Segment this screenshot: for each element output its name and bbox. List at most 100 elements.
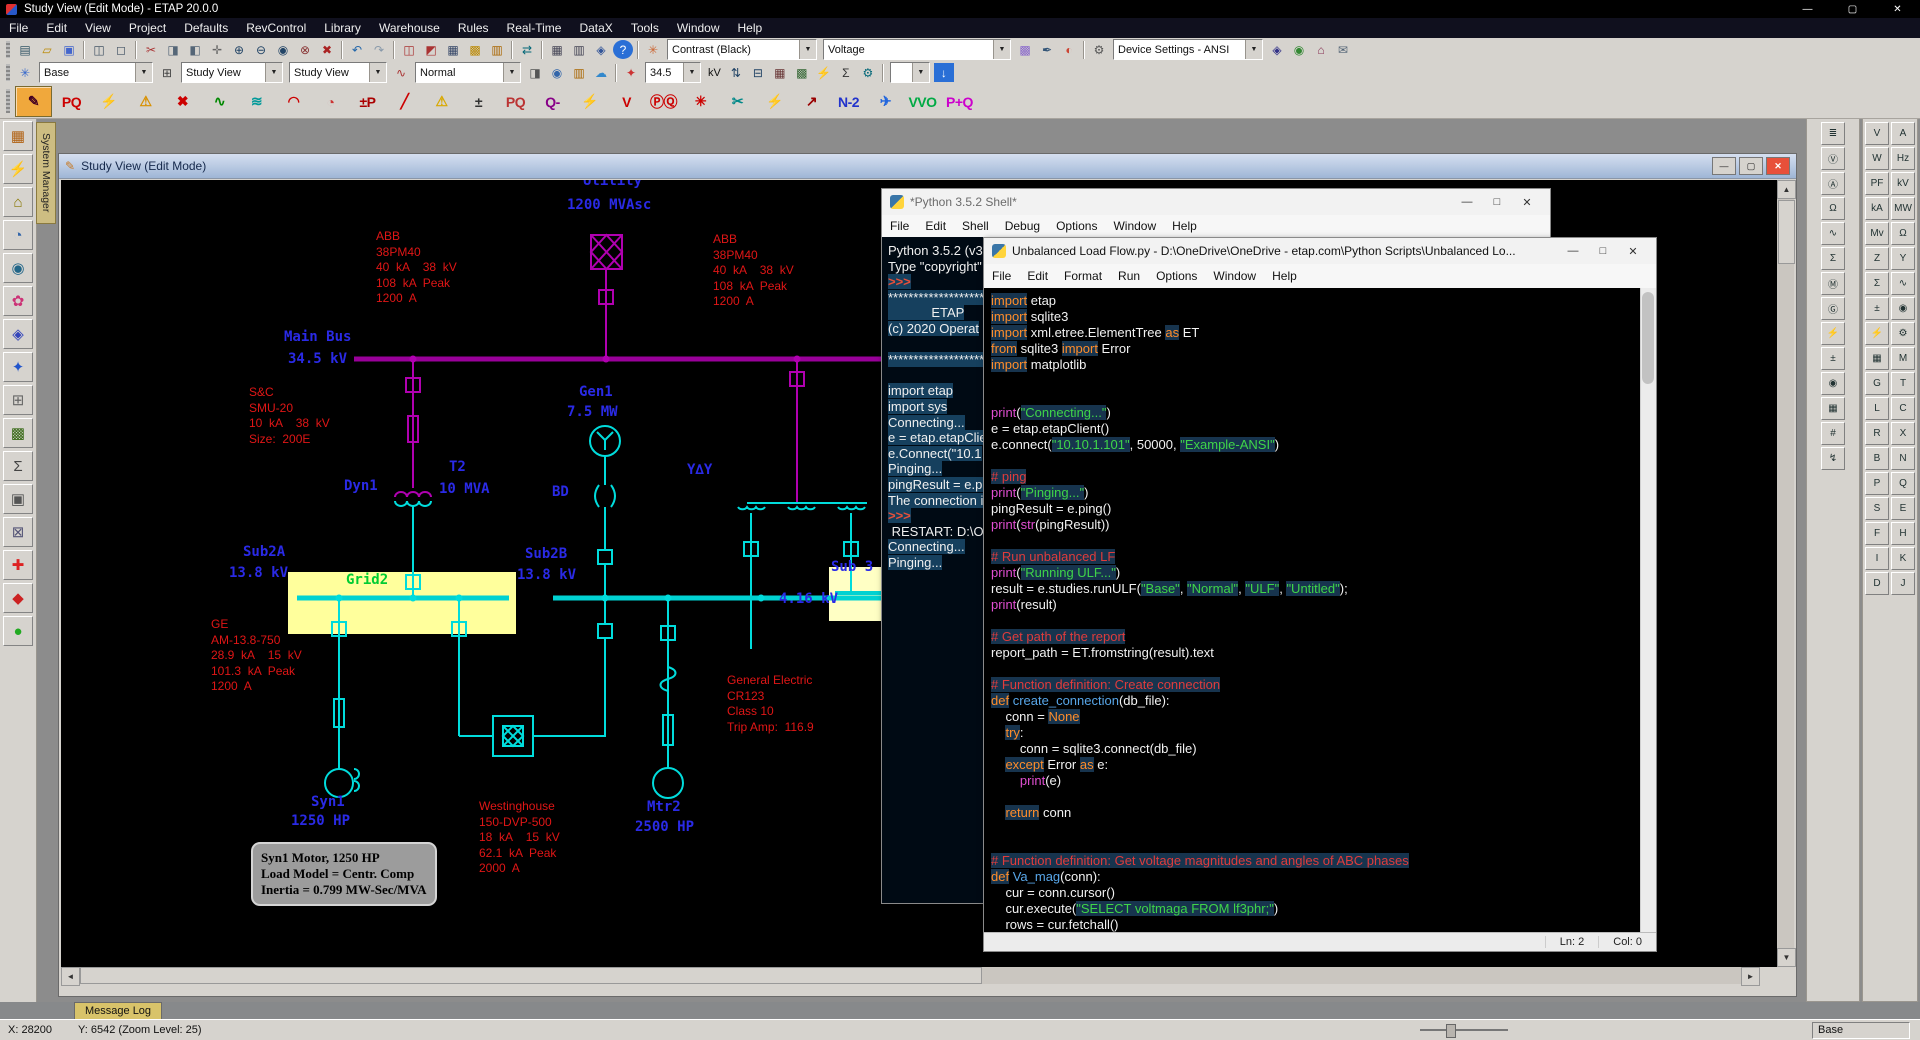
device-duty-icon[interactable]: ✖ (165, 87, 200, 116)
toolbar-button-icon[interactable]: ? (613, 40, 633, 59)
edit-mode-icon[interactable]: ✎ (15, 86, 52, 117)
load-flow-icon[interactable]: PQ (54, 87, 89, 116)
meter-button[interactable]: ± (1865, 297, 1889, 320)
sensitivity-analysis-icon[interactable]: ↗ (794, 87, 829, 116)
editor-scrollbar[interactable] (1640, 288, 1656, 933)
toolbar-button-icon[interactable]: ◈ (591, 40, 611, 59)
toolbar-button-icon[interactable]: ◻ (111, 40, 131, 59)
meter-button[interactable]: A (1891, 122, 1915, 145)
toolbar-button-icon[interactable]: ▣ (59, 40, 79, 59)
meter-button[interactable]: L (1865, 397, 1889, 420)
blank-combo[interactable]: ▼ (890, 62, 930, 83)
meter-button[interactable]: F (1865, 522, 1889, 545)
reliability-icon[interactable]: ✳ (683, 87, 718, 116)
element-button[interactable]: ± (1821, 347, 1845, 370)
annotation-combo[interactable]: Voltage▼ (823, 39, 1011, 60)
toolbar-button-icon[interactable]: ↶ (347, 40, 367, 59)
zoom-slider-thumb[interactable] (1446, 1024, 1456, 1038)
element-button[interactable]: Ω (1821, 197, 1845, 220)
toolbar-button-icon[interactable]: ◫ (399, 40, 419, 59)
toolbar-button-icon[interactable]: ✉ (1333, 40, 1353, 59)
transient-stability-icon[interactable]: ±P (350, 87, 385, 116)
zoom-slider[interactable] (1420, 1024, 1508, 1036)
sidebar-tool-14-icon[interactable]: ✚ (3, 550, 33, 580)
menu-item-view[interactable]: View (76, 18, 120, 38)
meter-button[interactable]: C (1891, 397, 1915, 420)
element-button[interactable]: ∿ (1821, 222, 1845, 245)
code-editor[interactable]: import etapimport sqlite3import xml.etre… (984, 288, 1641, 933)
meter-button[interactable]: ⚡ (1865, 322, 1889, 345)
close-button[interactable]: ✕ (1875, 0, 1920, 18)
toolbar-button-icon[interactable]: ⇅ (726, 63, 746, 82)
menu-item-edit[interactable]: Edit (37, 18, 76, 38)
editor-scroll-thumb[interactable] (1642, 292, 1654, 384)
toolbar-button-icon[interactable]: ▦ (547, 40, 567, 59)
sidebar-tool-13-icon[interactable]: ⊠ (3, 517, 33, 547)
element-button[interactable]: Ⓖ (1821, 297, 1845, 320)
element-button[interactable]: # (1821, 422, 1845, 445)
scroll-right-icon[interactable]: ► (1741, 967, 1760, 986)
menu-item-options[interactable]: Options (1048, 215, 1105, 237)
menu-item-help[interactable]: Help (1164, 215, 1205, 237)
toolbar-button-icon[interactable]: ⚙ (858, 63, 878, 82)
pq-analysis-icon[interactable]: P+Q (942, 87, 977, 116)
toolbar-button-icon[interactable]: ◨ (525, 63, 545, 82)
maximize-button[interactable]: ▢ (1830, 0, 1875, 18)
toolbar-button-icon[interactable]: ⊟ (748, 63, 768, 82)
meter-button[interactable]: MW (1891, 197, 1915, 220)
toolbar-button-icon[interactable]: ◉ (547, 63, 567, 82)
toolbar-button-icon[interactable]: ◐ (1059, 40, 1079, 59)
menu-item-options[interactable]: Options (1148, 264, 1205, 288)
element-button[interactable]: ◉ (1821, 372, 1845, 395)
study-view-title-bar[interactable]: ✎ Study View (Edit Mode) —▢✕ (59, 154, 1796, 179)
close-button[interactable]: ✕ (1512, 191, 1542, 213)
toolbar-button-icon[interactable]: ⌂ (1311, 40, 1331, 59)
coordination-icon[interactable]: ◔ (313, 87, 348, 116)
optimal-power-flow-icon[interactable]: ⓅⓆ (646, 87, 681, 116)
chevron-down-icon[interactable]: ▼ (683, 63, 700, 82)
minimize-button[interactable]: — (1712, 157, 1736, 175)
menu-item-help[interactable]: Help (1264, 264, 1305, 288)
menu-item-edit[interactable]: Edit (917, 215, 954, 237)
meter-button[interactable]: Y (1891, 247, 1915, 270)
canvas-vscrollbar[interactable]: ▲ ▼ (1777, 180, 1794, 967)
toolbar-button-icon[interactable]: ⚙ (1089, 40, 1109, 59)
menu-item-tools[interactable]: Tools (622, 18, 668, 38)
toolbar-button-icon[interactable]: ⊗ (295, 40, 315, 59)
voltage-stability-icon[interactable]: V (609, 87, 644, 116)
chevron-down-icon[interactable]: ▼ (799, 40, 816, 59)
sidebar-tool-6-icon[interactable]: ✿ (3, 286, 33, 316)
meter-button[interactable]: I (1865, 547, 1889, 570)
menu-item-format[interactable]: Format (1056, 264, 1110, 288)
toolbar-button-icon[interactable]: ▩ (792, 63, 812, 82)
toolbar-button-icon[interactable]: ⚡ (814, 63, 834, 82)
toolbar-button-icon[interactable]: ▩ (1015, 40, 1035, 59)
toolbar-button-icon[interactable]: ◧ (185, 40, 205, 59)
meter-button[interactable]: D (1865, 572, 1889, 595)
toolbar-button-icon[interactable]: ⊞ (157, 63, 177, 82)
meter-button[interactable]: B (1865, 447, 1889, 470)
meter-button[interactable]: ⚙ (1891, 322, 1915, 345)
menu-item-datax[interactable]: DataX (570, 18, 621, 38)
sidebar-tool-3-icon[interactable]: ⌂ (3, 187, 33, 217)
meter-button[interactable]: Ω (1891, 222, 1915, 245)
menu-item-window[interactable]: Window (1105, 215, 1164, 237)
menu-item-shell[interactable]: Shell (954, 215, 997, 237)
sidebar-tool-10-icon[interactable]: ▩ (3, 418, 33, 448)
meter-button[interactable]: H (1891, 522, 1915, 545)
toolbar-button-icon[interactable]: ✖ (317, 40, 337, 59)
device-settings-combo[interactable]: Device Settings - ANSI▼ (1113, 39, 1263, 60)
minimize-button[interactable]: — (1558, 240, 1588, 262)
menu-item-file[interactable]: File (984, 264, 1019, 288)
toolbar-button-icon[interactable]: ◩ (421, 40, 441, 59)
maximize-button[interactable]: □ (1482, 191, 1512, 213)
meter-button[interactable]: M (1891, 347, 1915, 370)
menu-item-project[interactable]: Project (120, 18, 175, 38)
toolbar-button-icon[interactable]: ▩ (465, 40, 485, 59)
close-button[interactable]: ✕ (1618, 240, 1648, 262)
menu-item-warehouse[interactable]: Warehouse (370, 18, 449, 38)
system-manager-tab[interactable]: System Manager (36, 122, 56, 224)
canvas-hscrollbar[interactable]: ◄ ► (61, 967, 1760, 984)
vscroll-thumb[interactable] (1778, 200, 1795, 264)
menu-item-window[interactable]: Window (668, 18, 729, 38)
